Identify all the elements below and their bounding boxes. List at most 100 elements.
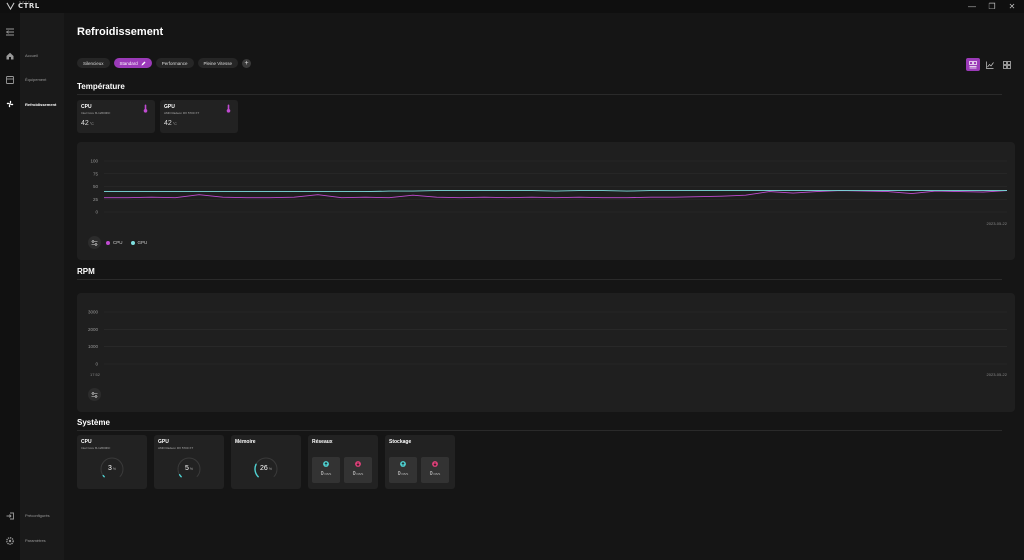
gpu-temp-card[interactable]: GPU AMD Radeon RX 5700 XT 42°C bbox=[160, 100, 238, 133]
card-name: Mémoire bbox=[235, 439, 256, 445]
storage-card[interactable]: Stockage 0KB/S 0KB/S bbox=[385, 435, 455, 489]
rpm-chart-panel: 3000 2000 1000 0 17:52 2023-05-22 bbox=[77, 293, 1015, 412]
card-name: Stockage bbox=[389, 439, 412, 445]
close-button[interactable]: ✕ bbox=[1008, 1, 1016, 12]
view-chart-button[interactable] bbox=[983, 58, 997, 71]
usage-value: 3% bbox=[99, 465, 125, 472]
temp-value: 42°C bbox=[164, 120, 177, 127]
io-unit: KB/S bbox=[433, 472, 441, 476]
legend-item-cpu[interactable]: CPU bbox=[106, 240, 123, 245]
sidebar-item-preconfigures[interactable]: Préconfigurés bbox=[25, 513, 50, 518]
temp-unit: °C bbox=[172, 122, 177, 126]
upload-icon bbox=[400, 461, 406, 467]
temperature-legend: CPU GPU bbox=[106, 240, 147, 245]
gpu-usage-card[interactable]: GPU AMD Radeon RX 5700 XT 5% bbox=[154, 435, 224, 489]
grid-view-icon bbox=[1003, 60, 1011, 69]
temp-number: 42 bbox=[81, 120, 89, 127]
sidebar: Accueil Équipement Refroidissement Préco… bbox=[20, 13, 64, 560]
rpm-chart-settings-button[interactable] bbox=[88, 388, 101, 401]
mode-performance[interactable]: Performance bbox=[155, 58, 194, 68]
card-name: GPU bbox=[158, 439, 169, 445]
menu-collapse-icon[interactable] bbox=[5, 27, 15, 37]
rpm-section-title: RPM bbox=[77, 267, 95, 276]
pencil-icon[interactable] bbox=[141, 61, 146, 66]
thermometer-icon bbox=[226, 104, 231, 113]
device-icon[interactable] bbox=[5, 75, 15, 85]
temp-value: 42°C bbox=[81, 120, 94, 127]
sidebar-item-equipement[interactable]: Équipement bbox=[25, 77, 46, 82]
title-bar: CTRL NZXT — ❐ ✕ bbox=[0, 0, 1024, 13]
add-mode-button[interactable]: + bbox=[241, 58, 251, 68]
io-unit: KB/S bbox=[356, 472, 364, 476]
usage-number: 5 bbox=[184, 465, 189, 472]
view-toggle bbox=[966, 58, 1014, 71]
gear-icon[interactable] bbox=[5, 536, 15, 546]
y-tick-label: 50 bbox=[93, 184, 99, 189]
io-unit: KB/S bbox=[324, 472, 332, 476]
line-chart-icon bbox=[986, 61, 994, 69]
mode-pleine-vitesse[interactable]: Pleine Vitesse bbox=[197, 58, 238, 68]
section-divider bbox=[77, 279, 1002, 280]
usage-number: 26 bbox=[260, 465, 268, 472]
y-tick-label: 100 bbox=[90, 159, 98, 164]
home-icon[interactable] bbox=[5, 51, 15, 61]
section-divider bbox=[77, 94, 1002, 95]
card-name: CPU bbox=[81, 104, 92, 110]
card-model: AMD Radeon RX 5700 XT bbox=[164, 111, 200, 115]
y-tick-label: 25 bbox=[93, 197, 99, 202]
mode-label: Silencieux bbox=[83, 60, 104, 66]
network-card[interactable]: Réseaux 0KB/S 0KB/S bbox=[308, 435, 378, 489]
memory-usage-card[interactable]: Mémoire 26% bbox=[231, 435, 301, 489]
network-download: 0KB/S bbox=[344, 457, 372, 483]
usage-value: 5% bbox=[176, 465, 202, 472]
login-icon[interactable] bbox=[5, 511, 15, 521]
system-section-title: Système bbox=[77, 418, 110, 427]
cpu-usage-card[interactable]: CPU Intel Core i5-12600KF 3% bbox=[77, 435, 147, 489]
mode-label: Performance bbox=[161, 60, 188, 66]
legend-label: CPU bbox=[113, 240, 123, 245]
temp-unit: °C bbox=[89, 122, 94, 126]
minimize-button[interactable]: — bbox=[968, 1, 976, 12]
x-start-label: 17:52 bbox=[90, 372, 101, 377]
maximize-button[interactable]: ❐ bbox=[988, 1, 996, 12]
sidebar-item-parametres[interactable]: Paramètres bbox=[25, 538, 46, 543]
legend-dot bbox=[106, 240, 110, 245]
storage-read: 0KB/S bbox=[389, 457, 417, 483]
view-grid-button[interactable] bbox=[1000, 58, 1014, 71]
usage-number: 3 bbox=[107, 465, 112, 472]
temperature-chart: 100 75 50 25 0 2023-05-22 bbox=[90, 159, 1008, 227]
usage-unit: % bbox=[268, 467, 272, 471]
card-name: GPU bbox=[164, 104, 175, 110]
sliders-icon bbox=[91, 391, 98, 398]
y-tick-label: 3000 bbox=[88, 310, 99, 315]
rpm-chart: 3000 2000 1000 0 17:52 2023-05-22 bbox=[88, 310, 1008, 378]
mode-silencieux[interactable]: Silencieux bbox=[77, 58, 110, 68]
mode-standard[interactable]: Standard bbox=[113, 58, 152, 68]
cpu-temp-card[interactable]: CPU Intel Core i5-12600KF 42°C bbox=[77, 100, 155, 133]
x-end-label: 2023-05-22 bbox=[987, 372, 1008, 377]
fan-icon[interactable] bbox=[5, 99, 15, 109]
x-end-label: 2023-05-22 bbox=[987, 221, 1008, 226]
view-list-button[interactable] bbox=[966, 58, 980, 71]
network-upload: 0KB/S bbox=[312, 457, 340, 483]
card-model: Intel Core i5-12600KF bbox=[81, 111, 111, 115]
mode-label: Pleine Vitesse bbox=[203, 60, 232, 66]
cooling-mode-selector: Silencieux Standard Performance Pleine V… bbox=[77, 58, 251, 68]
y-tick-label: 75 bbox=[93, 171, 99, 176]
sidebar-item-accueil[interactable]: Accueil bbox=[25, 53, 38, 58]
legend-item-gpu[interactable]: GPU bbox=[130, 240, 147, 245]
usage-value: 26% bbox=[253, 465, 279, 472]
section-divider bbox=[77, 430, 1002, 431]
y-tick-label: 0 bbox=[95, 210, 98, 215]
temperature-section-title: Température bbox=[77, 82, 125, 91]
list-view-icon bbox=[969, 60, 977, 68]
usage-unit: % bbox=[189, 467, 194, 471]
io-unit: KB/S bbox=[401, 472, 409, 476]
usage-unit: % bbox=[112, 467, 117, 471]
download-icon bbox=[355, 461, 361, 467]
legend-dot bbox=[130, 240, 135, 245]
card-name: Réseaux bbox=[312, 439, 333, 445]
sidebar-item-refroidissement[interactable]: Refroidissement bbox=[25, 102, 56, 107]
temp-chart-settings-button[interactable] bbox=[88, 236, 101, 249]
gauge-fill bbox=[102, 474, 105, 478]
